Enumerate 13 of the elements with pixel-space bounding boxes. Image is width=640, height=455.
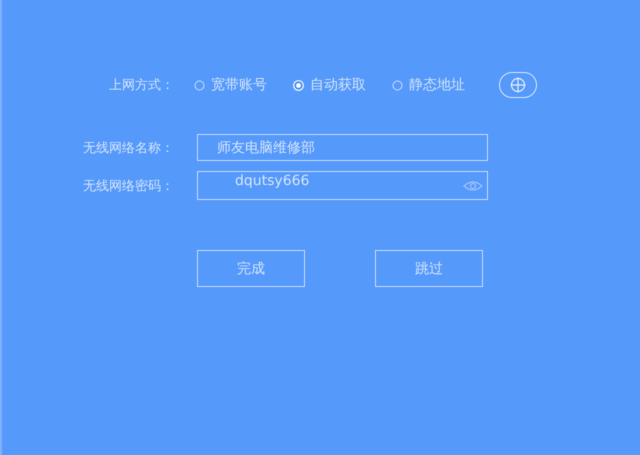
field-label: 无线网络密码： <box>82 178 174 194</box>
radio-option[interactable]: 宽带账号 <box>194 76 267 94</box>
eye-icon <box>463 180 483 192</box>
radio-option[interactable]: 静态地址 <box>392 76 465 94</box>
action-button[interactable]: 完成 <box>197 250 305 287</box>
crosshair-button[interactable] <box>499 72 537 98</box>
radio-option[interactable]: 自动获取 <box>293 76 366 94</box>
input-field[interactable]: dqutsy666 <box>197 171 488 200</box>
field-label: 上网方式： <box>108 77 174 94</box>
input-field[interactable]: 师友电脑维修部 <box>197 134 488 161</box>
crosshair-icon <box>510 77 526 93</box>
action-button[interactable]: 跳过 <box>375 250 483 287</box>
field-label: 无线网络名称： <box>82 140 174 156</box>
